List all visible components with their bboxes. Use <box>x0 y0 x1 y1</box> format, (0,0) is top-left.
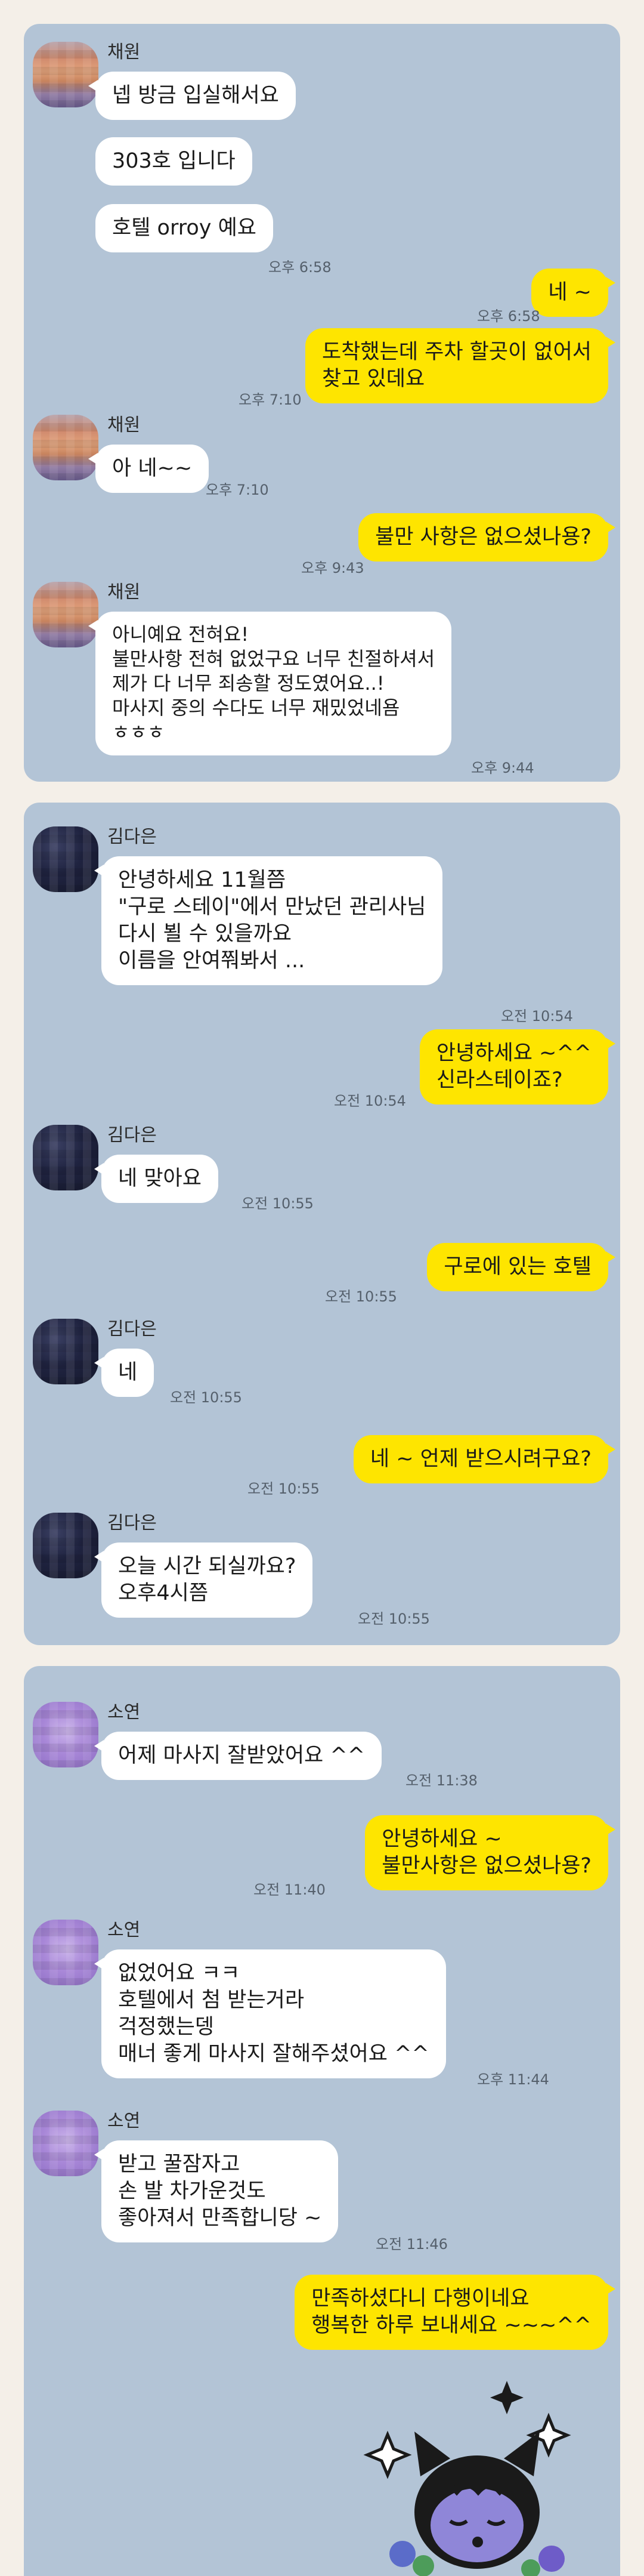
timestamp: 오전 11:46 <box>376 2236 448 2253</box>
incoming-message: 네 <box>94 1349 154 1397</box>
incoming-message: 어제 마사지 잘받았어요 ^^ <box>94 1732 382 1780</box>
incoming-message: 안녕하세요 11월쯤 "구로 스테이"에서 만났던 관리사님 다시 뵐 수 있을… <box>94 856 443 985</box>
timestamp: 오후 9:44 <box>471 760 534 776</box>
timestamp: 오전 11:38 <box>405 1772 478 1789</box>
sender-name: 채원 <box>107 415 141 436</box>
timestamp: 오전 10:55 <box>325 1288 397 1305</box>
timestamp: 오후 7:10 <box>206 482 269 498</box>
chat-screenshot-1: 채원 넵 방금 입실해서요 303호 입니다 호텔 orroy 예요 오후 6:… <box>24 24 620 782</box>
avatar[interactable] <box>33 1702 98 1767</box>
sender-name: 김다은 <box>107 1125 157 1146</box>
outgoing-message: 만족하셨다니 다행이네요 행복한 하루 보내세요 ~~~^^ <box>295 2275 615 2350</box>
outgoing-message: 네 ~ 언제 받으시려구요? <box>353 1435 616 1483</box>
incoming-message: 303호 입니다 <box>95 137 252 186</box>
outgoing-message: 구로에 있는 호텔 <box>427 1243 615 1291</box>
sender-name: 소연 <box>107 2111 141 2131</box>
avatar[interactable] <box>33 42 98 107</box>
outgoing-message: 네 ~ <box>531 269 615 317</box>
avatar[interactable] <box>33 2111 98 2176</box>
timestamp: 오후 6:58 <box>477 308 540 325</box>
timestamp: 오후 7:10 <box>239 391 302 408</box>
avatar[interactable] <box>33 1319 98 1384</box>
incoming-message: 아니예요 전혀요! 불만사항 전혀 없었구요 너무 친절하셔서 제가 다 너무 … <box>88 612 452 755</box>
timestamp: 오전 10:55 <box>247 1480 320 1497</box>
sender-name: 소연 <box>107 1920 141 1941</box>
timestamp: 오전 10:55 <box>242 1195 314 1212</box>
avatar[interactable] <box>33 415 98 480</box>
sender-name: 김다은 <box>107 826 157 847</box>
sender-name: 채원 <box>107 42 141 63</box>
sender-name: 김다은 <box>107 1513 157 1534</box>
outgoing-message: 불만 사항은 없으셨나용? <box>358 513 615 562</box>
incoming-message: 아 네~~ <box>88 445 209 493</box>
outgoing-message: 안녕하세요 ~^^ 신라스테이죠? <box>419 1029 616 1105</box>
timestamp: 오전 11:40 <box>253 1881 326 1898</box>
avatar[interactable] <box>33 1125 98 1190</box>
sender-name: 소연 <box>107 1702 141 1723</box>
sender-name: 채원 <box>107 582 141 603</box>
outgoing-message: 안녕하세요 ~ 불만사항은 없으셨나용? <box>365 1815 615 1890</box>
timestamp: 오후 6:58 <box>268 259 332 276</box>
incoming-message: 없었어요 ㅋㅋ 호텔에서 첨 받는거라 걱정했는뎅 매너 좋게 마사지 잘해주셨… <box>94 1949 446 2078</box>
cat-character-sticker-icon <box>363 2381 571 2576</box>
avatar[interactable] <box>33 582 98 647</box>
outgoing-message: 도착했는데 주차 할곳이 없어서 찾고 있데요 <box>305 328 615 403</box>
timestamp: 오전 10:54 <box>501 1008 573 1025</box>
incoming-message: 넵 방금 입실해서요 <box>88 72 296 120</box>
timestamp: 오전 10:55 <box>170 1389 242 1406</box>
avatar[interactable] <box>33 826 98 892</box>
incoming-message: 받고 꿀잠자고 손 발 차가운것도 좋아져서 만족합니당 ~ <box>94 2140 339 2242</box>
incoming-message: 네 맞아요 <box>94 1155 218 1203</box>
timestamp: 오후 11:44 <box>477 2071 549 2088</box>
incoming-message: 호텔 orroy 예요 <box>95 204 273 252</box>
timestamp: 오후 9:43 <box>301 560 364 576</box>
cat-face-icon <box>414 2432 540 2569</box>
timestamp: 오전 10:55 <box>358 1611 430 1627</box>
avatar[interactable] <box>33 1920 98 1985</box>
timestamp: 오전 10:54 <box>334 1093 406 1109</box>
avatar[interactable] <box>33 1513 98 1578</box>
sender-name: 김다은 <box>107 1319 157 1340</box>
chat-screenshot-2: 김다은 안녕하세요 11월쯤 "구로 스테이"에서 만났던 관리사님 다시 뵐 … <box>24 803 620 1645</box>
incoming-message: 오늘 시간 되실까요? 오후4시쯤 <box>94 1542 313 1618</box>
